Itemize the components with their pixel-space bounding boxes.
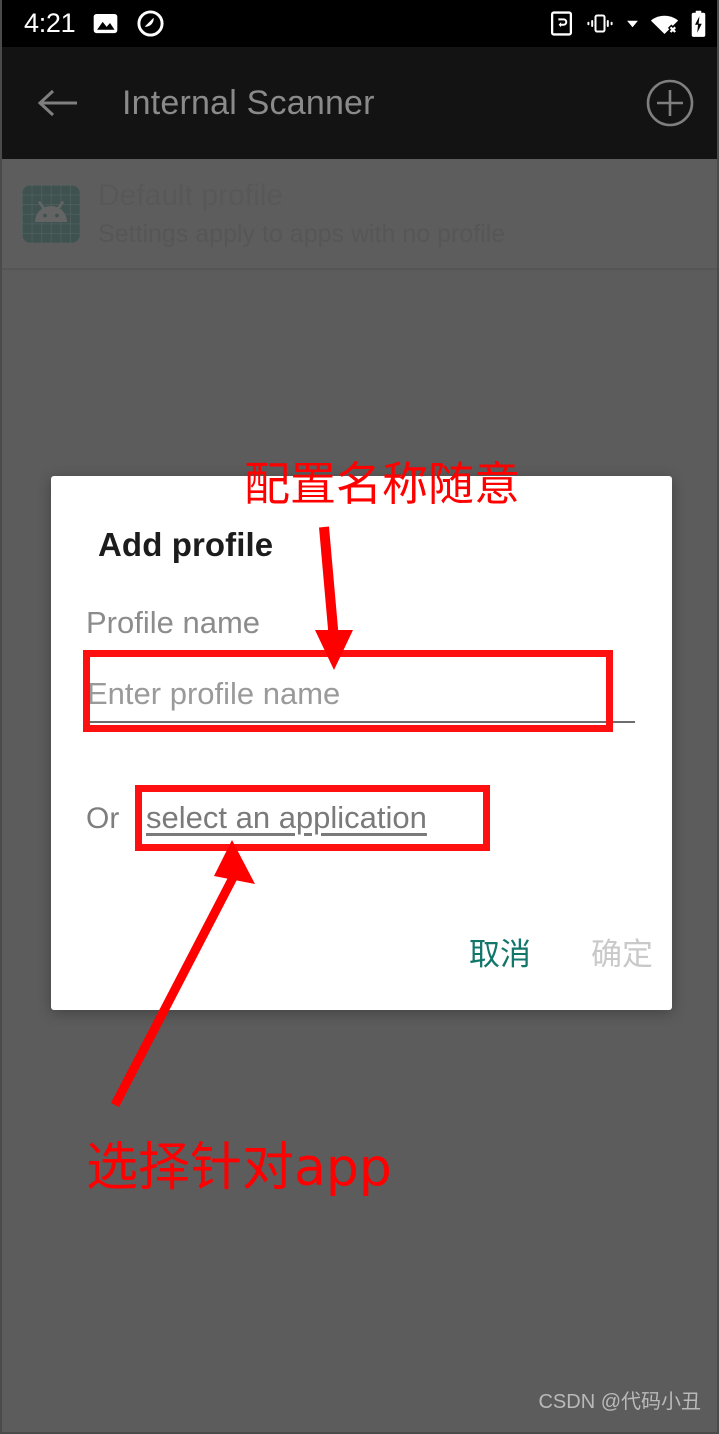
photo-icon	[92, 10, 119, 37]
app-bar: Internal Scanner	[2, 47, 717, 159]
vibrate-icon	[585, 11, 615, 36]
status-bar-clock: 4:21	[24, 8, 76, 38]
annotation-top-text: 配置名称随意	[244, 457, 520, 511]
dropdown-caret-icon	[626, 17, 639, 30]
status-bar-left-group: 4:21	[24, 9, 165, 38]
confirm-button: 确定	[585, 925, 659, 978]
or-label: Or	[86, 802, 120, 835]
screen-rotation-icon	[549, 11, 574, 36]
plus-circle-icon	[646, 79, 694, 127]
profile-name-label: Profile name	[86, 605, 261, 640]
annotation-bottom-text: 选择针对app	[86, 1138, 392, 1198]
status-bar: 4:21	[2, 0, 717, 47]
dialog-title: Add profile	[98, 526, 274, 563]
watermark: CSDN @代码小丑	[538, 1391, 701, 1413]
battery-charging-icon	[690, 10, 707, 38]
status-bar-right-group	[549, 10, 707, 38]
add-profile-button[interactable]	[643, 76, 697, 130]
phone-screen: 4:21 Internal Scanner Add profile Profil…	[0, 0, 719, 1434]
wifi-off-icon	[650, 11, 679, 36]
annotation-box-input	[83, 650, 613, 732]
do-not-disturb-icon	[136, 9, 165, 38]
page-title: Internal Scanner	[122, 83, 375, 122]
annotation-box-link	[135, 785, 490, 851]
cancel-button[interactable]: 取消	[463, 925, 537, 978]
back-arrow-icon	[37, 89, 77, 117]
dialog-actions: 取消 确定	[2, 925, 717, 978]
back-button[interactable]	[32, 77, 84, 129]
